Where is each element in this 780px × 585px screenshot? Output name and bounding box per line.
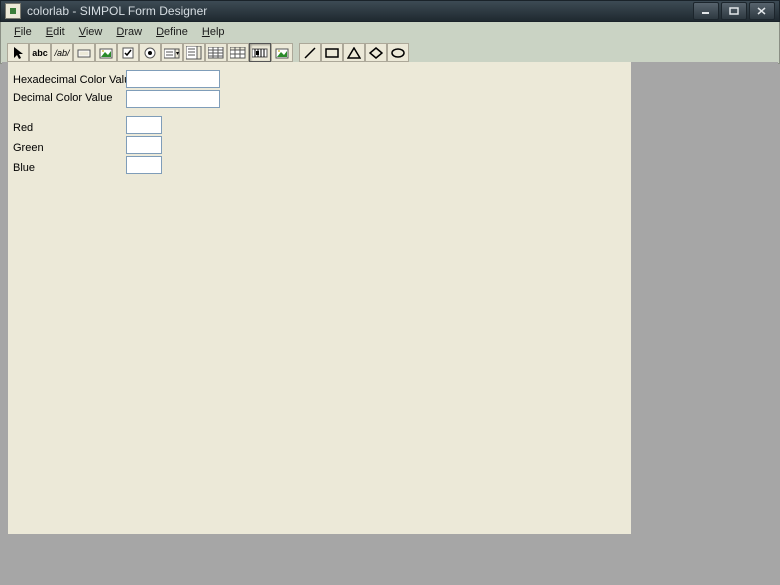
input-blue[interactable]: [126, 156, 162, 174]
tool-line[interactable]: [299, 43, 321, 62]
label-blue: Blue: [13, 162, 35, 174]
tool-rect[interactable]: [321, 43, 343, 62]
title-bar: colorlab - SIMPOL Form Designer: [0, 0, 780, 22]
tool-button[interactable]: [73, 43, 95, 62]
close-button[interactable]: [749, 2, 775, 20]
input-dec[interactable]: [126, 90, 220, 108]
tool-image2[interactable]: [271, 43, 293, 62]
menu-help[interactable]: Help: [195, 24, 232, 40]
tool-image[interactable]: [95, 43, 117, 62]
tool-label[interactable]: abc: [29, 43, 51, 62]
form-canvas[interactable]: Hexadecimal Color Value Decimal Color Va…: [8, 62, 631, 534]
tool-table[interactable]: [227, 43, 249, 62]
window: colorlab - SIMPOL Form Designer File Edi…: [0, 0, 780, 585]
tool-listbox[interactable]: [183, 43, 205, 62]
input-hex[interactable]: [126, 70, 220, 88]
tool-diamond[interactable]: [365, 43, 387, 62]
app-icon: [5, 3, 21, 19]
tool-grid[interactable]: [205, 43, 227, 62]
tool-triangle[interactable]: [343, 43, 365, 62]
menu-draw[interactable]: Draw: [109, 24, 149, 40]
menu-file[interactable]: File: [7, 24, 39, 40]
window-controls: [693, 2, 775, 20]
menu-view[interactable]: View: [72, 24, 110, 40]
tool-ellipse[interactable]: [387, 43, 409, 62]
window-title: colorlab - SIMPOL Form Designer: [27, 4, 693, 18]
maximize-button[interactable]: [721, 2, 747, 20]
label-hex: Hexadecimal Color Value: [13, 74, 136, 86]
workspace: Hexadecimal Color Value Decimal Color Va…: [2, 62, 778, 583]
tool-combo[interactable]: [161, 43, 183, 62]
menu-define[interactable]: Define: [149, 24, 195, 40]
label-green: Green: [13, 142, 44, 154]
label-red: Red: [13, 122, 33, 134]
tool-pointer[interactable]: [7, 43, 29, 62]
input-red[interactable]: [126, 116, 162, 134]
minimize-button[interactable]: [693, 2, 719, 20]
tool-radio[interactable]: [139, 43, 161, 62]
tool-gauge[interactable]: [249, 43, 271, 62]
label-dec: Decimal Color Value: [13, 92, 112, 104]
menu-bar: File Edit View Draw Define Help: [0, 22, 780, 42]
tool-checkbox[interactable]: [117, 43, 139, 62]
menu-edit[interactable]: Edit: [39, 24, 72, 40]
input-green[interactable]: [126, 136, 162, 154]
toolbar: abc /ab/: [0, 42, 780, 64]
tool-edit[interactable]: /ab/: [51, 43, 73, 62]
